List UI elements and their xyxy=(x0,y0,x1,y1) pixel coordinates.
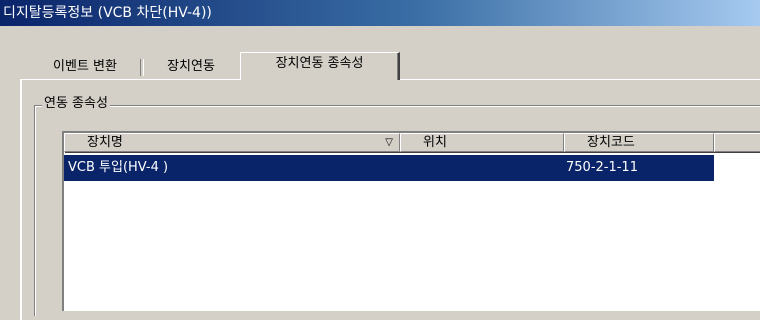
tab-device-link[interactable]: 장치연동 xyxy=(144,56,238,78)
window-title: 디지탈등록정보 (VCB 차단(HV-4)) xyxy=(3,5,212,21)
window-title-bar: 디지탈등록정보 (VCB 차단(HV-4)) xyxy=(0,0,760,26)
tab-device-link-dependency[interactable]: 장치연동 종속성 xyxy=(240,52,400,80)
tab-label: 이벤트 변환 xyxy=(53,59,117,74)
tab-label: 장치연동 xyxy=(167,59,215,74)
tab-event-conversion[interactable]: 이벤트 변환 xyxy=(26,56,144,78)
tab-label: 장치연동 종속성 xyxy=(275,56,364,71)
tab-pane xyxy=(20,79,760,320)
